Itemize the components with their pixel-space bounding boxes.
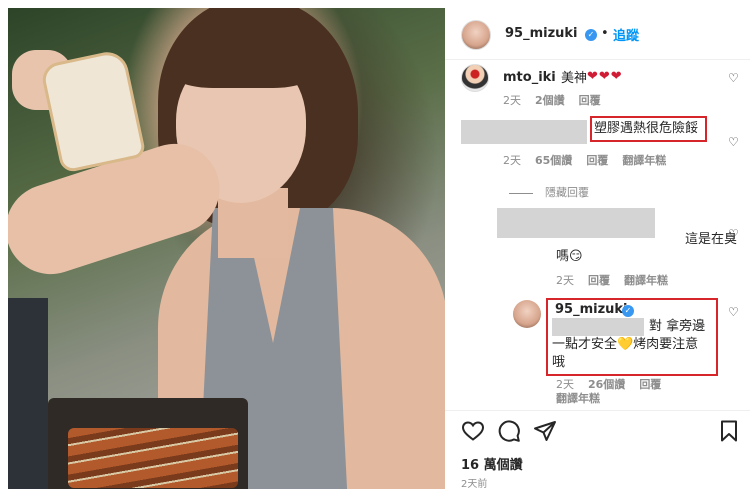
comment-time: 2天 bbox=[556, 274, 574, 287]
reply-text-line2: 一點才安全💛烤肉要注意 bbox=[552, 337, 699, 352]
comment-meta: 2天 65個讚 回覆 翻譯年糕 bbox=[503, 152, 666, 168]
share-send-icon[interactable] bbox=[533, 419, 557, 443]
action-bar bbox=[445, 410, 750, 450]
like-comment-heart-icon[interactable]: ♡ bbox=[728, 72, 740, 84]
reply-button[interactable]: 回覆 bbox=[639, 378, 661, 391]
post-date: 2天前 bbox=[461, 479, 488, 489]
author-username[interactable]: 95_mizuki bbox=[505, 26, 578, 41]
author-reply-username[interactable]: 95_mizuki bbox=[555, 302, 628, 317]
comment-likes[interactable]: 65個讚 bbox=[535, 154, 572, 167]
comment-text: 塑膠遇熱很危險餒 bbox=[594, 121, 699, 136]
comment-meta: 2天 2個讚 回覆 bbox=[503, 92, 601, 108]
comment-bubble-icon[interactable] bbox=[497, 419, 521, 443]
like-comment-heart-icon[interactable]: ♡ bbox=[728, 136, 740, 148]
post-photo bbox=[8, 8, 445, 489]
reply-text-line1: 對 拿旁邊 bbox=[649, 319, 706, 334]
comment-time: 2天 bbox=[503, 154, 521, 167]
like-comment-heart-icon[interactable]: ♡ bbox=[728, 306, 740, 318]
bookmark-icon[interactable] bbox=[717, 419, 741, 443]
reply-text-line2: 嗎😏 bbox=[556, 249, 583, 264]
blurred-reply-header bbox=[497, 208, 655, 238]
like-heart-icon[interactable] bbox=[461, 419, 485, 443]
comment-likes[interactable]: 2個讚 bbox=[535, 94, 565, 107]
hide-replies-line bbox=[509, 192, 533, 194]
reply-text-line3: 哦 bbox=[552, 355, 566, 370]
author-reply-avatar[interactable] bbox=[513, 300, 541, 328]
post-header: 95_mizuki ✓ • 追蹤 bbox=[445, 8, 750, 60]
like-count[interactable]: 16 萬個讚 bbox=[461, 454, 523, 473]
photo-skewers bbox=[68, 428, 238, 488]
reply-button[interactable]: 回覆 bbox=[586, 154, 608, 167]
blurred-mention bbox=[552, 318, 644, 336]
comment-hearts: ❤❤❤ bbox=[587, 69, 623, 84]
translate-button[interactable]: 翻譯年糕 bbox=[624, 274, 668, 287]
blurred-username bbox=[461, 120, 587, 144]
verified-badge-icon: ✓ bbox=[622, 305, 634, 317]
comments-list: mto_iki 美神 ❤❤❤ 2天 2個讚 回覆 ♡ 塑膠遇熱很危險餒 2天 6… bbox=[445, 60, 750, 410]
like-comment-heart-icon[interactable]: ♡ bbox=[728, 228, 740, 240]
commenter-username[interactable]: mto_iki bbox=[503, 70, 556, 85]
comment-text: 美神 bbox=[561, 71, 588, 86]
commenter-avatar[interactable] bbox=[461, 64, 489, 92]
verified-badge-icon: ✓ bbox=[585, 29, 597, 41]
follow-button[interactable]: 追蹤 bbox=[613, 25, 639, 44]
photo-grill bbox=[8, 298, 48, 489]
hide-replies-button[interactable]: 隱藏回覆 bbox=[509, 184, 589, 200]
reply-button[interactable]: 回覆 bbox=[579, 94, 601, 107]
translate-button[interactable]: 翻譯年糕 bbox=[622, 154, 666, 167]
photo-bread bbox=[39, 48, 147, 174]
comment-meta: 2天 回覆 翻譯年糕 bbox=[556, 272, 668, 288]
comment-time: 2天 bbox=[503, 94, 521, 107]
reply-button[interactable]: 回覆 bbox=[588, 274, 610, 287]
hide-replies-label: 隱藏回覆 bbox=[545, 186, 589, 199]
header-separator: • bbox=[601, 26, 609, 41]
photo-bangs bbox=[168, 28, 318, 88]
post-side-panel: 95_mizuki ✓ • 追蹤 mto_iki 美神 ❤❤❤ 2天 2個讚 回… bbox=[445, 8, 750, 489]
author-avatar[interactable] bbox=[461, 20, 491, 50]
translate-button[interactable]: 翻譯年糕 bbox=[556, 392, 600, 405]
comment-meta-translate: 翻譯年糕 bbox=[556, 390, 600, 406]
